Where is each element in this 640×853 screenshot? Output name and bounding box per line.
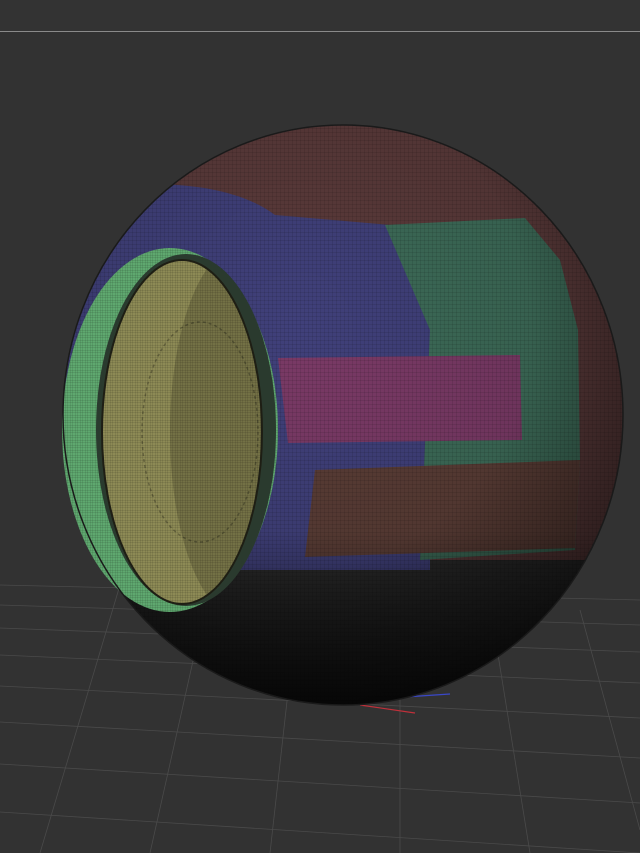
- top-toolbar: [0, 0, 640, 31]
- zbrush-window: [0, 0, 640, 853]
- 3d-viewport[interactable]: [0, 32, 640, 853]
- viewport-canvas[interactable]: [0, 32, 640, 853]
